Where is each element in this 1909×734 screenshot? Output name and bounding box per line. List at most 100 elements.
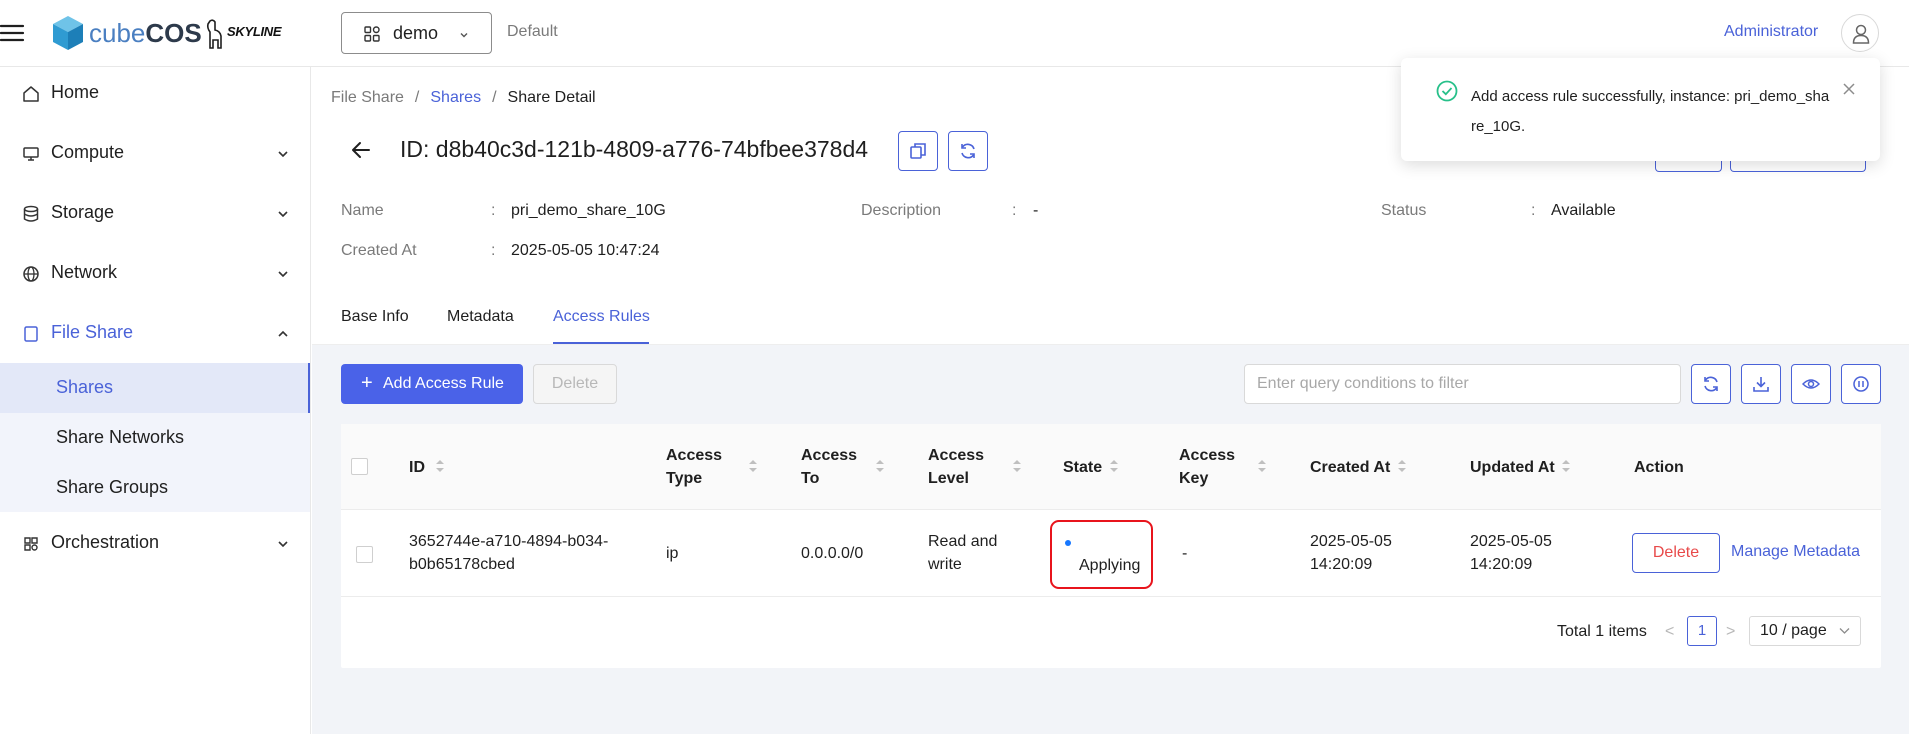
copy-id-button[interactable] xyxy=(898,131,938,171)
page-size-select[interactable]: 10 / page xyxy=(1749,616,1861,646)
manage-metadata-link[interactable]: Manage Metadata xyxy=(1731,543,1860,561)
download-button[interactable] xyxy=(1741,364,1781,404)
column-header-action: Action xyxy=(1634,459,1684,476)
column-header-created-at[interactable]: Created At xyxy=(1310,456,1390,479)
top-header: cubeCOS SKYLINE demo Default Administrat… xyxy=(0,0,1909,67)
check-circle-icon xyxy=(1436,80,1458,102)
column-header-access-to[interactable]: Access To xyxy=(801,444,871,490)
row-checkbox[interactable] xyxy=(356,546,373,563)
status-value: Available xyxy=(1551,202,1616,219)
sidebar-item-share-groups[interactable]: Share Groups xyxy=(0,463,310,513)
refresh-list-button[interactable] xyxy=(1691,364,1731,404)
sidebar-item-network[interactable]: Network xyxy=(0,253,310,293)
pause-icon xyxy=(1853,376,1869,392)
cell-id: 3652744e-a710-4894-b034-b0b65178cbed xyxy=(409,533,609,573)
close-icon[interactable] xyxy=(1842,82,1856,96)
sidebar-item-label: File Share xyxy=(51,322,134,342)
sort-icon[interactable] xyxy=(1561,458,1571,474)
column-header-access-type[interactable]: Access Type xyxy=(666,444,736,490)
id-value: d8b40c3d-121b-4809-a776-74bfbee378d4 xyxy=(435,136,869,162)
add-access-rule-label: Add Access Rule xyxy=(383,375,504,392)
alpaca-icon xyxy=(206,19,222,49)
sidebar: Home Compute Storage Network File Share … xyxy=(0,67,311,734)
monitor-icon xyxy=(22,145,40,163)
sort-icon[interactable] xyxy=(1257,458,1267,474)
home-icon xyxy=(22,85,40,103)
sort-icon[interactable] xyxy=(1397,458,1407,474)
column-visibility-button[interactable] xyxy=(1791,364,1831,404)
globe-icon xyxy=(22,265,40,283)
name-label: Name xyxy=(341,202,384,219)
chevron-down-icon xyxy=(277,538,289,550)
refresh-detail-button[interactable] xyxy=(948,131,988,171)
column-header-id[interactable]: ID xyxy=(409,456,425,479)
breadcrumb-file-share[interactable]: File Share xyxy=(331,89,404,106)
column-header-access-level[interactable]: Access Level xyxy=(928,444,998,490)
row-delete-button[interactable]: Delete xyxy=(1632,533,1720,573)
plus-icon: + xyxy=(361,372,373,394)
sidebar-item-shares[interactable]: Shares xyxy=(0,363,310,413)
success-notification: Add access rule successfully, instance: … xyxy=(1401,58,1880,161)
cell-access-type: ip xyxy=(666,545,679,562)
column-header-state[interactable]: State xyxy=(1063,456,1102,479)
pagination-next-icon[interactable]: > xyxy=(1726,623,1735,641)
page-title: ID: d8b40c3d-121b-4809-a776-74bfbee378d4 xyxy=(400,136,868,163)
tab-divider xyxy=(312,344,1909,345)
sort-icon[interactable] xyxy=(1109,458,1119,474)
tab-base-info[interactable]: Base Info xyxy=(341,308,409,326)
pause-refresh-button[interactable] xyxy=(1841,364,1881,404)
description-value: - xyxy=(1033,202,1039,219)
cell-access-key: - xyxy=(1182,545,1188,562)
pagination-prev-icon[interactable]: < xyxy=(1665,623,1674,641)
select-all-checkbox[interactable] xyxy=(351,458,368,475)
pagination-page-1[interactable]: 1 xyxy=(1687,616,1717,646)
sidebar-item-compute[interactable]: Compute xyxy=(0,133,310,173)
search-input[interactable] xyxy=(1245,365,1680,403)
sidebar-item-label: Storage xyxy=(51,202,115,222)
sort-icon[interactable] xyxy=(875,458,885,474)
created-at-label: Created At xyxy=(341,242,417,259)
skyline-logo: SKYLINE xyxy=(203,18,287,50)
column-header-updated-at[interactable]: Updated At xyxy=(1470,456,1555,479)
chevron-down-icon xyxy=(1839,628,1850,634)
breadcrumb-share-detail: Share Detail xyxy=(507,89,596,106)
id-label: ID: xyxy=(400,136,430,162)
table-header: ID Access Type Access To Access Level St… xyxy=(341,424,1881,510)
sidebar-item-label: Share Networks xyxy=(56,427,185,447)
menu-icon[interactable] xyxy=(0,20,26,46)
access-rules-table: ID Access Type Access To Access Level St… xyxy=(341,424,1881,668)
sidebar-item-share-networks[interactable]: Share Networks xyxy=(0,413,310,463)
project-selector[interactable]: demo xyxy=(341,12,492,54)
sort-icon[interactable] xyxy=(1012,458,1022,474)
add-access-rule-button[interactable]: + Add Access Rule xyxy=(341,364,523,404)
skyline-label: SKYLINE xyxy=(227,24,282,39)
back-arrow-icon[interactable] xyxy=(349,138,373,162)
sidebar-item-label: Share Groups xyxy=(56,477,169,497)
active-tab-indicator xyxy=(553,342,649,344)
sidebar-item-orchestration[interactable]: Orchestration xyxy=(0,523,310,563)
tab-access-rules[interactable]: Access Rules xyxy=(553,308,650,326)
page-size-value: 10 / page xyxy=(1760,622,1827,639)
delete-selected-button[interactable]: Delete xyxy=(533,364,617,404)
cell-access-to: 0.0.0.0/0 xyxy=(801,545,864,562)
description-label: Description xyxy=(861,202,942,219)
refresh-icon xyxy=(961,143,975,159)
sort-icon[interactable] xyxy=(435,458,445,474)
sidebar-item-file-share[interactable]: File Share xyxy=(0,313,310,353)
breadcrumb-shares[interactable]: Shares xyxy=(430,89,481,106)
status-colon: : xyxy=(1531,202,1536,219)
chevron-up-icon xyxy=(277,328,289,340)
sort-icon[interactable] xyxy=(748,458,758,474)
chevron-down-icon xyxy=(277,268,289,280)
search-field[interactable] xyxy=(1244,364,1681,404)
sidebar-item-label: Shares xyxy=(56,377,114,397)
description-colon: : xyxy=(1012,202,1017,219)
sidebar-item-home[interactable]: Home xyxy=(0,73,310,113)
avatar[interactable] xyxy=(1841,14,1879,52)
tab-metadata[interactable]: Metadata xyxy=(447,308,514,326)
user-menu-link[interactable]: Administrator xyxy=(1724,23,1818,41)
created-at-colon: : xyxy=(491,242,496,259)
sidebar-item-storage[interactable]: Storage xyxy=(0,193,310,233)
column-header-access-key[interactable]: Access Key xyxy=(1179,444,1249,490)
sidebar-item-label: Orchestration xyxy=(51,532,160,552)
